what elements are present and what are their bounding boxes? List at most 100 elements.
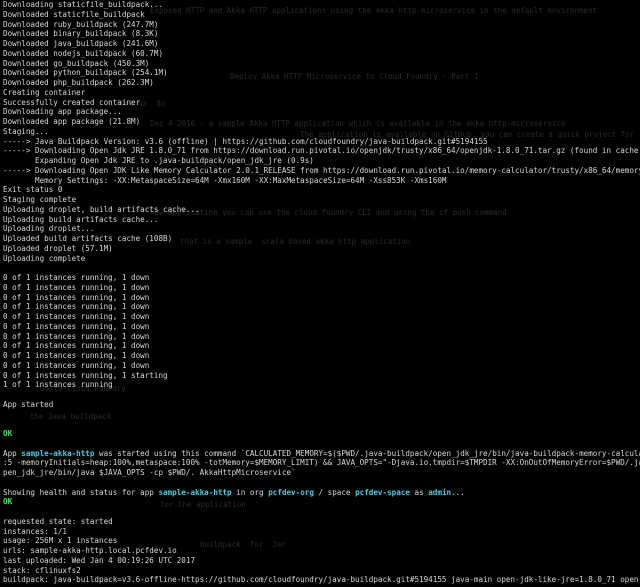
terminal-text: 0 of 1 instances running, 1 down	[3, 351, 150, 360]
terminal-line: 0 of 1 instances running, 1 down	[3, 341, 640, 351]
terminal-line: Downloaded php_buildpack (262.3M)	[3, 78, 640, 88]
terminal-text: Exit status 0	[3, 185, 63, 195]
terminal-text: 0 of 1 instances running, 1 down	[3, 360, 150, 370]
terminal-line: 0 of 1 instances running, 1 down	[3, 302, 640, 312]
terminal-text: / space	[313, 487, 356, 497]
terminal-text: Uploading complete	[3, 253, 86, 263]
terminal-text: last uploaded: Wed Jan 4 00:19:26 UTC 20…	[3, 555, 196, 565]
terminal-text: Downloaded nodejs_buildpack (60.7M)	[3, 48, 164, 58]
terminal-line: Downloaded binary_buildpack (8.3K)	[3, 29, 640, 39]
terminal-line: Uploading build artifacts cache...	[3, 215, 640, 225]
terminal-text: 0 of 1 instances running, 1 down	[3, 312, 150, 321]
terminal-line: Downloaded staticfile_buildpack	[3, 10, 640, 20]
terminal-line: Uploading droplet, build artifacts cache…	[3, 205, 640, 215]
terminal-text: 0 of 1 instances running, 1 down	[3, 321, 150, 331]
terminal-text: Creating container	[3, 87, 86, 97]
terminal-line: stack: cflinuxfs2	[3, 566, 640, 576]
terminal-text: Downloading staticfile_buildpack...	[3, 0, 164, 9]
terminal-line: App started	[3, 400, 640, 410]
terminal-text: Downloaded app package (21.8M)	[3, 117, 141, 126]
terminal-text: Successfully created container	[3, 97, 141, 107]
terminal-line: Downloaded java_buildpack (241.6M)	[3, 39, 640, 49]
terminal-line: 0 of 1 instances running, 1 down	[3, 332, 640, 342]
terminal-line: 0 of 1 instances running, 1 down	[3, 312, 640, 322]
terminal-text: urls: sample-akka-http.local.pcfdev.io	[3, 546, 177, 555]
terminal-text: 0 of 1 instances running, 1 down	[3, 273, 150, 282]
terminal-text: 0 of 1 instances running, 1 down	[3, 341, 150, 351]
highlighted-name: pcfdev-space	[355, 487, 410, 497]
terminal-line: last uploaded: Wed Jan 4 00:19:26 UTC 20…	[3, 556, 640, 566]
terminal-line: Downloading staticfile_buildpack...	[3, 0, 640, 10]
terminal-text: 0 of 1 instances running, 1 starting	[3, 370, 168, 380]
terminal-line: usage: 256M x 1 instances	[3, 536, 640, 546]
terminal-line: Downloaded app package (21.8M)	[3, 117, 640, 127]
terminal-line: requested state: started	[3, 517, 640, 527]
terminal-text: Uploading droplet, build artifacts cache…	[3, 204, 200, 214]
terminal-line: 1 of 1 instances running	[3, 380, 640, 390]
highlighted-name: sample-akka-http	[21, 448, 95, 458]
terminal-text: Uploading build artifacts cache...	[3, 214, 159, 224]
terminal-line: OK	[3, 429, 640, 439]
terminal-text: Showing health and status for app	[3, 487, 159, 497]
terminal-line: Uploaded build artifacts cache (108B)	[3, 234, 640, 244]
ok-status: OK	[3, 497, 13, 507]
terminal-line: Downloaded python_buildpack (254.1M)	[3, 68, 640, 78]
terminal-text: Downloaded binary_buildpack (8.3K)	[3, 29, 159, 39]
highlighted-name: admin	[428, 487, 452, 497]
terminal-text: 0 of 1 instances running, 1 down	[3, 282, 150, 292]
terminal-text: Downloaded ruby_buildpack (247.7M)	[3, 19, 159, 29]
terminal-line: Uploading droplet...	[3, 224, 640, 234]
highlighted-name: sample-akka-http	[158, 487, 232, 497]
terminal-line: 0 of 1 instances running, 1 down	[3, 322, 640, 332]
terminal-output: Downloading staticfile_buildpack... Downl…	[3, 0, 640, 587]
terminal-text: was started using this command `CALCULAT…	[94, 448, 640, 458]
terminal-line: App sample-akka-http was started using t…	[3, 449, 640, 459]
terminal-text: Staging complete	[3, 195, 77, 204]
terminal-line: 0 of 1 instances running, 1 down	[3, 293, 640, 303]
terminal-text: Uploaded droplet (57.1M)	[3, 243, 113, 253]
terminal-text: ...	[451, 487, 465, 497]
terminal-text: Expanding Open Jdk JRE to .java-buildpac…	[3, 156, 314, 165]
terminal-line: -----> Java Buildpack Version: v3.6 (off…	[3, 137, 640, 147]
terminal-line: 0 of 1 instances running, 1 down	[3, 283, 640, 293]
terminal-line: 0 of 1 instances running, 1 down	[3, 351, 640, 361]
terminal-text: Uploading droplet...	[3, 224, 95, 234]
terminal-text: Uploaded build artifacts cache (108B)	[3, 234, 173, 243]
terminal-text: 0 of 1 instances running, 1 down	[3, 302, 150, 312]
terminal-text: instances: 1/1	[3, 526, 68, 536]
terminal-line: Downloaded nodejs_buildpack (60.7M)	[3, 49, 640, 59]
terminal-text: Downloading app package...	[3, 107, 122, 117]
terminal-text: -----> Java Buildpack Version: v3.6 (off…	[3, 136, 488, 146]
terminal-text: 0 of 1 instances running, 1 down	[3, 292, 150, 302]
terminal-text: buildpack: java-buildpack=v3.6-offline-h…	[3, 575, 640, 585]
terminal-text: Staging...	[3, 126, 49, 136]
terminal-text: :5 -memoryInitials=heap:100%,metaspace:1…	[3, 458, 640, 468]
terminal-line: 0 of 1 instances running, 1 down	[3, 273, 640, 283]
terminal-text: -----> Downloading Open JDK Like Memory …	[3, 165, 640, 175]
terminal-text: 1 of 1 instances running	[3, 380, 113, 390]
terminal-line: Creating container	[3, 88, 640, 98]
terminal-line: -----> Downloading Open Jdk JRE 1.8.0_71…	[3, 146, 640, 156]
terminal-line: Uploaded droplet (57.1M)	[3, 244, 640, 254]
terminal-text: App	[3, 448, 22, 458]
terminal-line: :5 -memoryInitials=heap:100%,metaspace:1…	[3, 458, 640, 468]
terminal-text: Downloaded go_buildpack (450.3M)	[3, 58, 150, 68]
terminal-window[interactable]: Exposed HTTP and Akka HTTP applications …	[0, 0, 640, 587]
highlighted-name: pcfdev-org	[268, 487, 314, 497]
terminal-line: Downloaded ruby_buildpack (247.7M)	[3, 20, 640, 30]
terminal-text: usage: 256M x 1 instances	[3, 536, 118, 546]
terminal-line: Exit status 0	[3, 185, 640, 195]
terminal-line: urls: sample-akka-http.local.pcfdev.io	[3, 546, 640, 556]
terminal-text: requested state: started	[3, 516, 113, 526]
terminal-text: as	[409, 487, 429, 497]
terminal-line: Successfully created container	[3, 98, 640, 108]
terminal-text: pen_jdk_jre/bin/java $JAVA_OPTS -cp $PWD…	[3, 468, 296, 477]
terminal-line: instances: 1/1	[3, 527, 640, 537]
terminal-line: Staging...	[3, 127, 640, 137]
terminal-line: 0 of 1 instances running, 1 down	[3, 361, 640, 371]
